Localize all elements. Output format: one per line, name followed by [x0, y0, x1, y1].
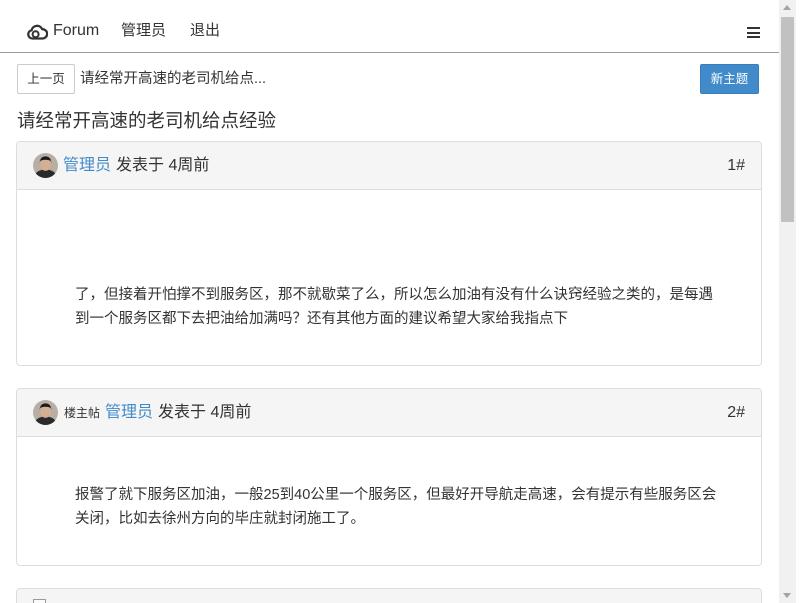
previous-page-button[interactable]: 上一页	[17, 64, 75, 94]
post-card: 楼主帖 管理员 发表于 4周前 2# 报警了就下服务区加油，一般25到40公里一…	[16, 388, 762, 566]
post-floor-number: 1#	[727, 157, 745, 174]
topic-breadcrumb: 请经常开高速的老司机给点...	[80, 71, 267, 87]
brand-name: Forum	[53, 22, 100, 39]
vertical-scrollbar[interactable]	[779, 0, 796, 603]
original-poster-badge: 楼主帖	[64, 405, 101, 420]
post-header: 管理员 发表于 4周前 1#	[17, 142, 761, 190]
scrollbar-thumb[interactable]	[781, 17, 794, 222]
post-body: 了，但接着开怕撑不到服务区，那不就歇菜了么，所以怎么加油有没有什么诀窍经验之类的…	[17, 190, 761, 365]
post-card: 管理员 发表于 4周前 1# 了，但接着开怕撑不到服务区，那不就歇菜了么，所以怎…	[16, 141, 762, 366]
avatar-placeholder-icon	[33, 599, 46, 603]
post-header	[17, 589, 761, 603]
post-timestamp: 发表于 4周前	[116, 156, 210, 174]
page-viewport: Forum 管理员 退出 上一页 请经常开高速的老司机给点... 新主题 请经常…	[0, 0, 779, 603]
post-card	[16, 588, 762, 603]
post-floor-number: 2#	[727, 404, 745, 421]
top-navbar: Forum 管理员 退出	[0, 0, 779, 53]
page-title: 请经常开高速的老司机给点经验	[17, 110, 277, 131]
nav-link-admin[interactable]: 管理员	[121, 19, 166, 43]
post-author-link[interactable]: 管理员	[105, 402, 153, 424]
scroll-down-arrow-icon[interactable]	[783, 593, 791, 598]
post-content: 报警了就下服务区加油，一般25到40公里一个服务区，但最好开导航走高速，会有提示…	[75, 487, 717, 527]
nav-link-logout[interactable]: 退出	[190, 19, 220, 43]
post-list: 管理员 发表于 4周前 1# 了，但接着开怕撑不到服务区，那不就歇菜了么，所以怎…	[16, 141, 762, 603]
new-topic-button[interactable]: 新主题	[700, 64, 759, 94]
scroll-up-arrow-icon[interactable]	[783, 5, 791, 10]
cloud-logo-icon	[27, 24, 48, 40]
author-avatar	[33, 400, 58, 425]
post-body: 报警了就下服务区加油，一般25到40公里一个服务区，但最好开导航走高速，会有提示…	[17, 437, 761, 565]
brand-link[interactable]: Forum	[27, 19, 99, 43]
post-header: 楼主帖 管理员 发表于 4周前 2#	[17, 389, 761, 437]
post-author-link[interactable]: 管理员	[63, 155, 111, 177]
hamburger-menu-icon[interactable]	[747, 26, 760, 38]
post-timestamp: 发表于 4周前	[158, 403, 252, 421]
author-avatar	[33, 153, 58, 178]
post-content: 了，但接着开怕撑不到服务区，那不就歇菜了么，所以怎么加油有没有什么诀窍经验之类的…	[75, 287, 713, 327]
